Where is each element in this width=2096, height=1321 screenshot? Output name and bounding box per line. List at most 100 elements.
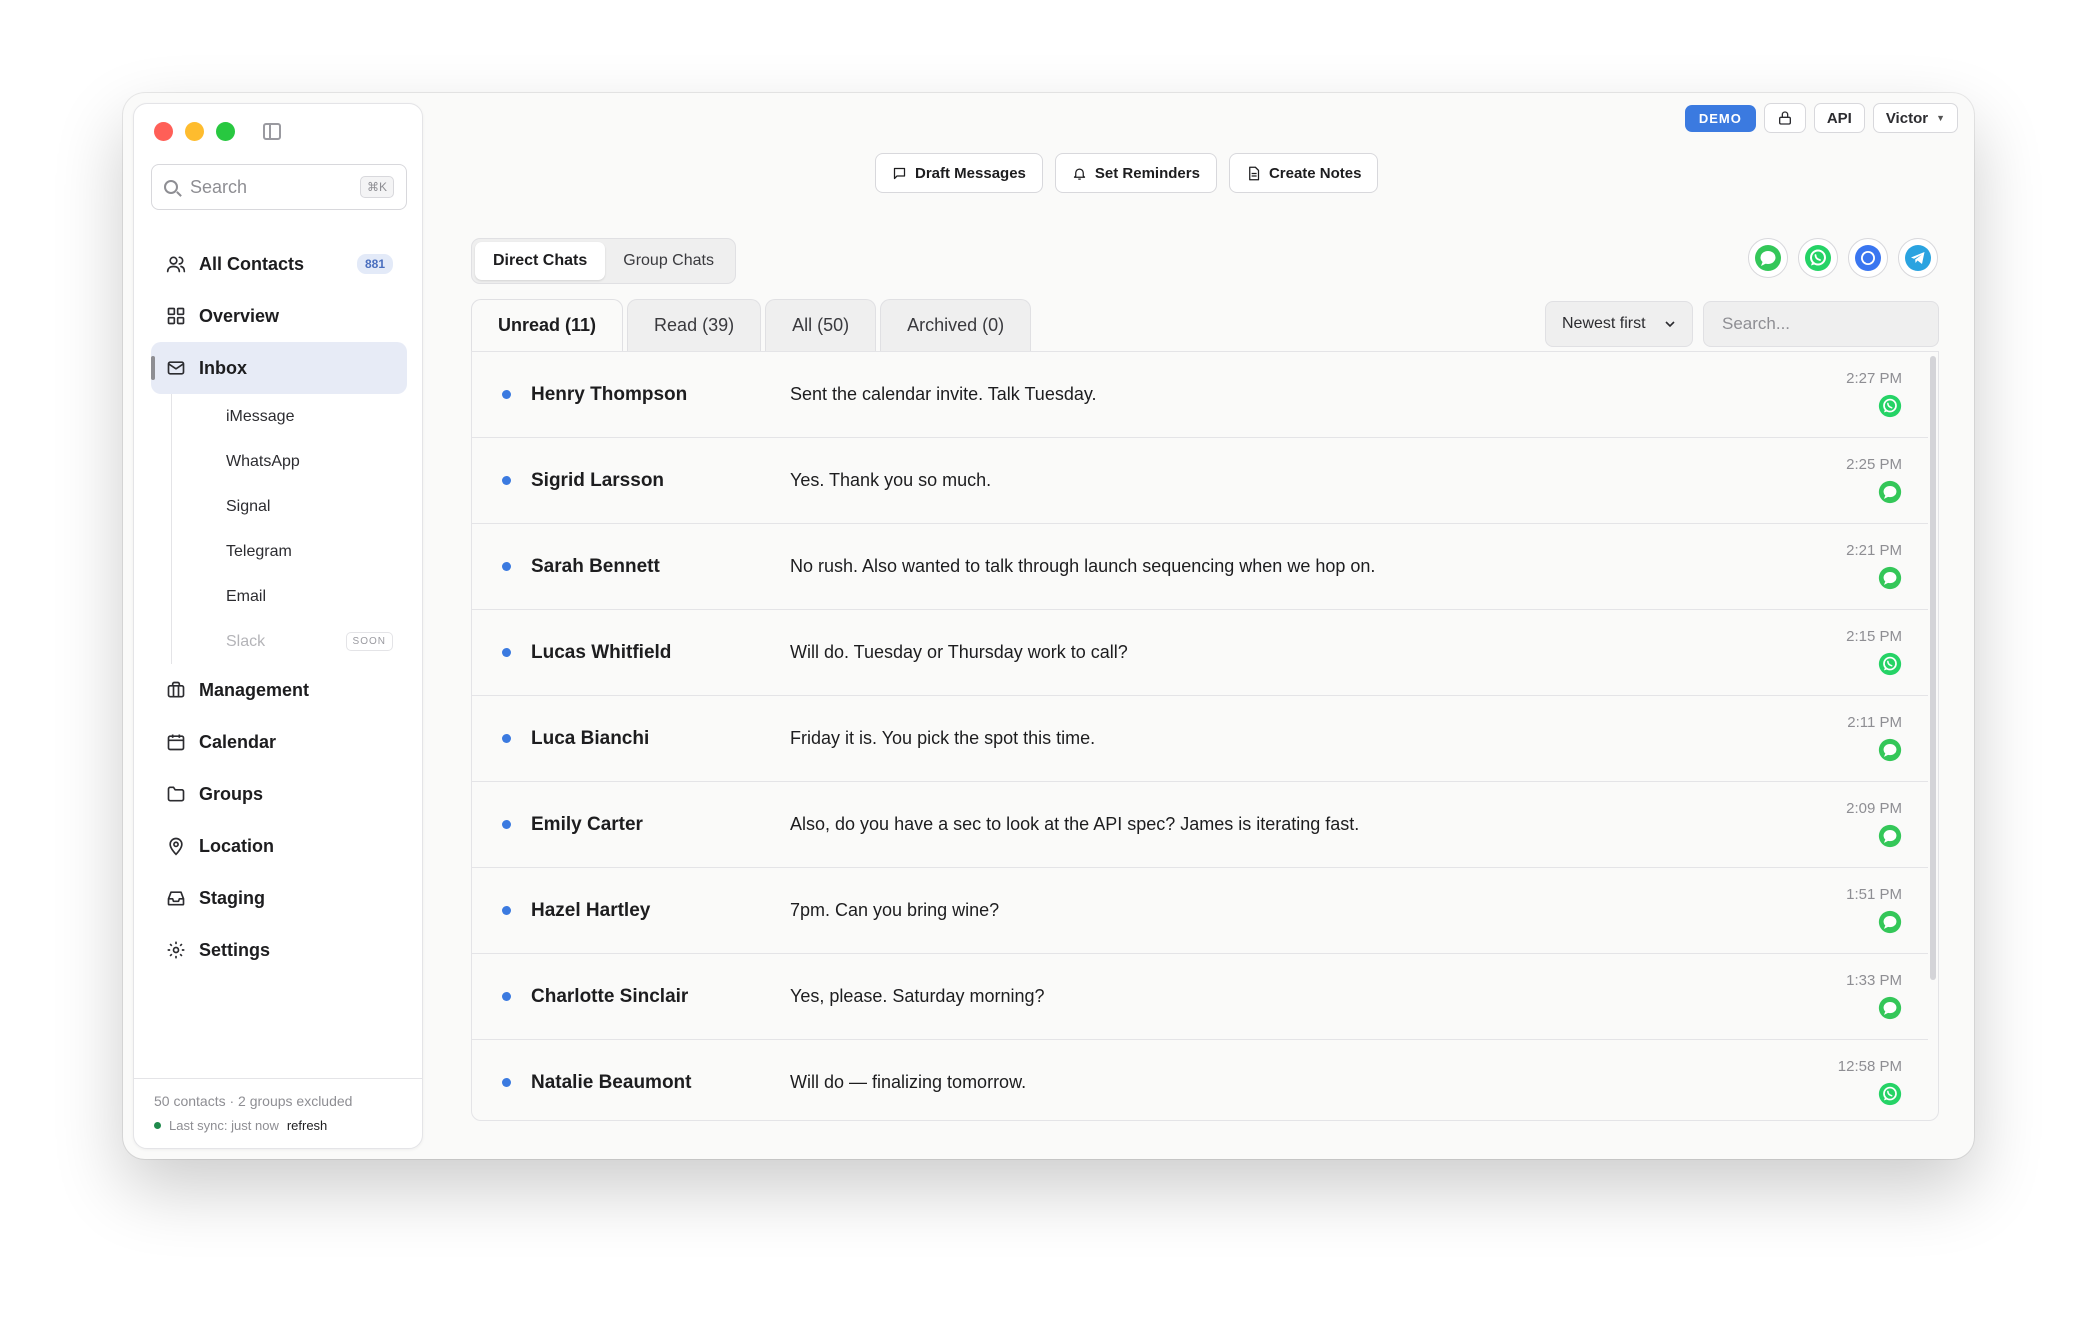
folder-icon	[165, 783, 187, 805]
create-notes-button[interactable]: Create Notes	[1228, 153, 1379, 193]
quick-actions: Draft Messages Set Reminders Create Note…	[875, 153, 1379, 193]
refresh-link[interactable]: refresh	[287, 1118, 327, 1133]
draft-messages-button[interactable]: Draft Messages	[875, 153, 1043, 193]
message-row[interactable]: Luca Bianchi Friday it is. You pick the s…	[472, 696, 1928, 782]
unread-indicator	[502, 734, 511, 743]
telegram-filter-button[interactable]	[1898, 238, 1938, 278]
sidebar-item-email[interactable]: Email	[192, 574, 407, 619]
contact-name: Sigrid Larsson	[531, 469, 665, 491]
message-meta: 2:21 PM	[1846, 542, 1902, 595]
message-search-input[interactable]: Search...	[1703, 301, 1939, 347]
unread-indicator	[502, 906, 511, 915]
inbox-tray-icon	[165, 887, 187, 909]
briefcase-icon	[165, 679, 187, 701]
message-preview: Will do. Tuesday or Thursday work to cal…	[790, 642, 1128, 662]
sidebar-search-input[interactable]: Search ⌘K	[151, 164, 407, 210]
lock-icon	[1778, 111, 1791, 125]
sidebar-item-groups[interactable]: Groups	[151, 768, 407, 820]
file-text-icon	[1246, 166, 1261, 181]
message-row[interactable]: Sarah Bennett No rush. Also wanted to tal…	[472, 524, 1928, 610]
imessage-icon	[1878, 480, 1902, 509]
unread-indicator	[502, 390, 511, 399]
sidebar-sub-label: Telegram	[226, 542, 292, 560]
sidebar-item-inbox[interactable]: Inbox	[151, 342, 407, 394]
grid-icon	[165, 305, 187, 327]
message-row[interactable]: Hazel Hartley 7pm. Can you bring wine? 1:5…	[472, 868, 1928, 954]
tab-archived[interactable]: Archived (0)	[880, 299, 1032, 351]
sidebar-item-all-contacts[interactable]: All Contacts 881	[151, 238, 407, 290]
sort-select[interactable]: Newest first	[1545, 301, 1693, 347]
close-window-button[interactable]	[154, 122, 173, 141]
lock-button[interactable]	[1763, 103, 1806, 133]
set-reminders-button[interactable]: Set Reminders	[1054, 153, 1217, 193]
chevron-down-icon	[1665, 321, 1675, 328]
sidebar-item-overview[interactable]: Overview	[151, 290, 407, 342]
message-row[interactable]: Natalie Beaumont Will do — finalizing tom…	[472, 1040, 1928, 1120]
whatsapp-filter-button[interactable]	[1798, 238, 1838, 278]
sidebar-item-location[interactable]: Location	[151, 820, 407, 872]
minimize-window-button[interactable]	[185, 122, 204, 141]
unread-indicator	[502, 820, 511, 829]
unread-indicator	[502, 992, 511, 1001]
search-icon	[164, 180, 178, 194]
sidebar-item-label: Inbox	[199, 357, 247, 378]
search-placeholder: Search	[190, 176, 248, 197]
message-preview: Yes. Thank you so much.	[790, 470, 992, 490]
api-button[interactable]: API	[1813, 103, 1865, 133]
sidebar-item-label: Overview	[199, 305, 280, 326]
search-shortcut-badge: ⌘K	[359, 176, 394, 198]
tab-group-chats[interactable]: Group Chats	[605, 242, 732, 280]
sidebar-item-calendar[interactable]: Calendar	[151, 716, 407, 768]
contact-name: Sarah Bennett	[531, 555, 660, 577]
message-row[interactable]: Emily Carter Also, do you have a sec to l…	[472, 782, 1928, 868]
imessage-filter-button[interactable]	[1748, 238, 1788, 278]
maximize-window-button[interactable]	[216, 122, 235, 141]
read-state-tabs: Unread (11) Read (39) All (50) Archived …	[471, 299, 1032, 351]
channel-filters	[1748, 238, 1938, 278]
sidebar-item-whatsapp[interactable]: WhatsApp	[192, 439, 407, 484]
message-time: 1:33 PM	[1846, 972, 1902, 989]
tab-read[interactable]: Read (39)	[627, 299, 762, 351]
sidebar-sub-label: Signal	[226, 497, 271, 515]
message-row[interactable]: Sigrid Larsson Yes. Thank you so much. 2:2…	[472, 438, 1928, 524]
signal-filter-button[interactable]	[1848, 238, 1888, 278]
scrollbar[interactable]	[1930, 356, 1936, 980]
sidebar-item-management[interactable]: Management	[151, 664, 407, 716]
sidebar-item-telegram[interactable]: Telegram	[192, 529, 407, 574]
message-meta: 2:15 PM	[1846, 628, 1902, 681]
message-row[interactable]: Henry Thompson Sent the calendar invite. …	[472, 352, 1928, 438]
sidebar-sub-label: Email	[226, 587, 267, 605]
message-meta: 2:27 PM	[1846, 370, 1902, 423]
message-time: 2:25 PM	[1846, 456, 1902, 473]
users-icon	[165, 253, 187, 275]
sidebar-item-settings[interactable]: Settings	[151, 924, 407, 976]
unread-indicator	[502, 562, 511, 571]
sidebar-item-signal[interactable]: Signal	[192, 484, 407, 529]
message-time: 2:11 PM	[1847, 714, 1902, 731]
tab-direct-chats[interactable]: Direct Chats	[475, 242, 606, 280]
imessage-icon	[1878, 566, 1902, 595]
contact-name: Emily Carter	[531, 813, 643, 835]
message-row[interactable]: Lucas Whitfield Will do. Tuesday or Thurs…	[472, 610, 1928, 696]
message-row[interactable]: Charlotte Sinclair Yes, please. Saturday …	[472, 954, 1928, 1040]
tab-unread[interactable]: Unread (11)	[471, 299, 624, 351]
sidebar-toggle-icon[interactable]	[263, 123, 281, 140]
create-notes-label: Create Notes	[1268, 164, 1362, 182]
contacts-count-badge: 881	[356, 254, 393, 274]
inbox-channel-list: iMessage WhatsApp Signal Telegram Email …	[171, 394, 407, 664]
set-reminders-label: Set Reminders	[1094, 164, 1200, 182]
sync-status-text: Last sync: just now	[169, 1118, 279, 1133]
message-meta: 12:58 PM	[1838, 1058, 1902, 1111]
sidebar-item-label: Groups	[199, 783, 264, 804]
message-meta: 2:25 PM	[1846, 456, 1902, 509]
imessage-icon	[1878, 824, 1902, 853]
imessage-icon	[1878, 910, 1902, 939]
sidebar-item-staging[interactable]: Staging	[151, 872, 407, 924]
sidebar-item-imessage[interactable]: iMessage	[192, 394, 407, 439]
contact-name: Natalie Beaumont	[531, 1071, 692, 1093]
window-controls	[154, 122, 281, 141]
user-menu-button[interactable]: Victor ▼	[1872, 103, 1958, 133]
message-preview: Will do — finalizing tomorrow.	[790, 1072, 1027, 1092]
sidebar-item-label: Settings	[199, 939, 271, 960]
tab-all[interactable]: All (50)	[765, 299, 877, 351]
